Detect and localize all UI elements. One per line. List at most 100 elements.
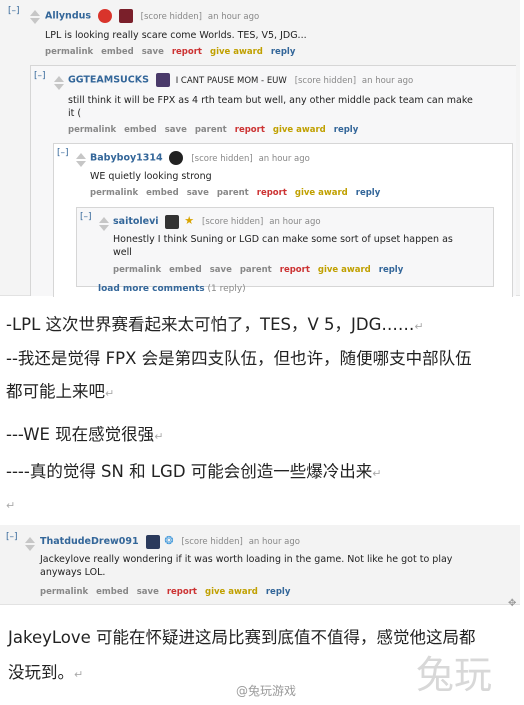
comment-body: Jackeylove really wondering if it was wo… bbox=[40, 553, 510, 579]
reply-button[interactable]: reply bbox=[334, 125, 359, 135]
save-button[interactable]: save bbox=[142, 47, 164, 57]
report-button[interactable]: report bbox=[172, 47, 202, 57]
permalink-button[interactable]: permalink bbox=[113, 265, 161, 275]
username[interactable]: ThatdudeDrew091 bbox=[40, 536, 139, 547]
score-hidden: [score hidden] bbox=[181, 537, 243, 547]
translation-line: --我还是觉得 FPX 会是第四支队伍，但也许，随便哪支中部队伍 bbox=[6, 349, 472, 368]
embed-button[interactable]: embed bbox=[146, 188, 179, 198]
upvote-arrow-icon[interactable] bbox=[54, 76, 64, 82]
save-button[interactable]: save bbox=[137, 587, 159, 597]
comment-buttons: permalink embed save parent report give award… bbox=[68, 125, 366, 135]
parent-button[interactable]: parent bbox=[240, 265, 272, 275]
permalink-button[interactable]: permalink bbox=[45, 47, 93, 57]
comment-tagline: GGTEAMSUCKS I CANT PAUSE MOM - EUW [scor… bbox=[68, 73, 413, 87]
give-award-button[interactable]: give award bbox=[295, 188, 348, 198]
translation-line: ----真的觉得 SN 和 LGD 可能会创造一些爆冷出来↵ bbox=[6, 462, 382, 481]
upvote-arrow-icon[interactable] bbox=[99, 217, 109, 223]
give-award-button[interactable]: give award bbox=[273, 125, 326, 135]
child-comment: [–] saitolevi ★ [score hidden] an hour a… bbox=[76, 207, 494, 287]
report-button[interactable]: report bbox=[280, 265, 310, 275]
downvote-arrow-icon[interactable] bbox=[30, 18, 40, 24]
give-award-button[interactable]: give award bbox=[210, 47, 263, 57]
parent-button[interactable]: parent bbox=[195, 125, 227, 135]
load-more-link[interactable]: load more comments bbox=[98, 284, 205, 294]
upvote-arrow-icon[interactable] bbox=[25, 537, 35, 543]
give-award-button[interactable]: give award bbox=[205, 587, 258, 597]
comment-body: WE quietly looking strong bbox=[90, 171, 212, 182]
comment-tagline: saitolevi ★ [score hidden] an hour ago bbox=[113, 214, 321, 229]
collapse-toggle[interactable]: [–] bbox=[80, 212, 92, 222]
downvote-arrow-icon[interactable] bbox=[25, 545, 35, 551]
reply-button[interactable]: reply bbox=[356, 188, 381, 198]
comment-tagline: Allyndus [score hidden] an hour ago bbox=[45, 9, 259, 23]
embed-button[interactable]: embed bbox=[169, 265, 202, 275]
username[interactable]: Babyboy1314 bbox=[90, 153, 163, 164]
collapse-toggle[interactable]: [–] bbox=[34, 71, 46, 81]
username[interactable]: Allyndus bbox=[45, 11, 91, 22]
collapse-toggle[interactable]: [–] bbox=[8, 6, 20, 16]
comment-buttons: permalink embed save parent report give award… bbox=[90, 188, 388, 198]
child-comment: [–] Babyboy1314 [score hidden] an hour a… bbox=[53, 143, 513, 297]
comment-tagline: Babyboy1314 [score hidden] an hour ago bbox=[90, 151, 310, 165]
paragraph-mark: ↵ bbox=[372, 467, 382, 480]
comment-body: Honestly I think Suning or LGD can make … bbox=[113, 233, 491, 259]
vote-arrows bbox=[30, 10, 40, 24]
save-button[interactable]: save bbox=[210, 265, 232, 275]
collapse-toggle[interactable]: [–] bbox=[57, 148, 69, 158]
comment-buttons: permalink embed save parent report give award… bbox=[113, 265, 411, 275]
permalink-button[interactable]: permalink bbox=[68, 125, 116, 135]
comment-body: LPL is looking really scare come Worlds.… bbox=[45, 30, 307, 41]
score-hidden: [score hidden] bbox=[191, 153, 253, 164]
team-flair-icon bbox=[97, 9, 112, 23]
vote-arrows bbox=[54, 76, 64, 90]
username[interactable]: GGTEAMSUCKS bbox=[68, 75, 149, 86]
comment-body-line: it ( bbox=[68, 108, 82, 119]
load-more-comments: load more comments (1 reply) bbox=[98, 284, 246, 294]
user-flair: I CANT PAUSE MOM - EUW bbox=[175, 75, 287, 86]
vote-arrows bbox=[25, 537, 35, 551]
timestamp: an hour ago bbox=[248, 537, 300, 547]
collapse-toggle[interactable]: [–] bbox=[6, 532, 18, 542]
timestamp: an hour ago bbox=[361, 75, 414, 86]
champion-flair-icon bbox=[118, 9, 133, 23]
parent-button[interactable]: parent bbox=[217, 188, 249, 198]
permalink-button[interactable]: permalink bbox=[40, 587, 88, 597]
translation-line: JakeyLove 可能在怀疑进这局比赛到底值不值得，感觉他这局都 bbox=[8, 628, 476, 647]
save-button[interactable]: save bbox=[187, 188, 209, 198]
translation-line: -LPL 这次世界赛看起来太可怕了，TES，V 5，JDG……↵ bbox=[6, 315, 424, 334]
username[interactable]: saitolevi bbox=[113, 216, 159, 227]
embed-button[interactable]: embed bbox=[96, 587, 129, 597]
reply-button[interactable]: reply bbox=[266, 587, 291, 597]
score-hidden: [score hidden] bbox=[140, 11, 203, 22]
report-button[interactable]: report bbox=[257, 188, 287, 198]
star-flair-icon: ★ bbox=[184, 214, 195, 227]
reply-button[interactable]: reply bbox=[379, 265, 404, 275]
report-button[interactable]: report bbox=[235, 125, 265, 135]
embed-button[interactable]: embed bbox=[124, 125, 157, 135]
paragraph-anchor-icon: ✥ bbox=[508, 598, 517, 609]
comment-body-line: Honestly I think Suning or LGD can make … bbox=[113, 234, 453, 245]
report-button[interactable]: report bbox=[167, 587, 197, 597]
reply-button[interactable]: reply bbox=[271, 47, 296, 57]
paragraph-mark: ↵ bbox=[6, 499, 16, 512]
champion-flair-icon bbox=[145, 534, 160, 549]
vote-arrows bbox=[76, 153, 86, 167]
comment-body-line: still think it will be FPX as 4 rth team… bbox=[68, 95, 473, 106]
timestamp: an hour ago bbox=[258, 153, 310, 164]
empty-paragraph: ↵ bbox=[6, 494, 15, 513]
permalink-button[interactable]: permalink bbox=[90, 188, 138, 198]
score-hidden: [score hidden] bbox=[202, 217, 264, 227]
paragraph-mark: ↵ bbox=[154, 430, 164, 443]
embed-button[interactable]: embed bbox=[101, 47, 134, 57]
team-flair-icon bbox=[169, 151, 184, 165]
upvote-arrow-icon[interactable] bbox=[76, 153, 86, 159]
downvote-arrow-icon[interactable] bbox=[54, 84, 64, 90]
translation-line: 没玩到。↵ bbox=[8, 663, 84, 682]
upvote-arrow-icon[interactable] bbox=[30, 10, 40, 16]
comment-body-line: well bbox=[113, 247, 132, 258]
give-award-button[interactable]: give award bbox=[318, 265, 371, 275]
downvote-arrow-icon[interactable] bbox=[76, 161, 86, 167]
downvote-arrow-icon[interactable] bbox=[99, 225, 109, 231]
comment-body-line: anyways LOL. bbox=[40, 567, 106, 578]
save-button[interactable]: save bbox=[165, 125, 187, 135]
